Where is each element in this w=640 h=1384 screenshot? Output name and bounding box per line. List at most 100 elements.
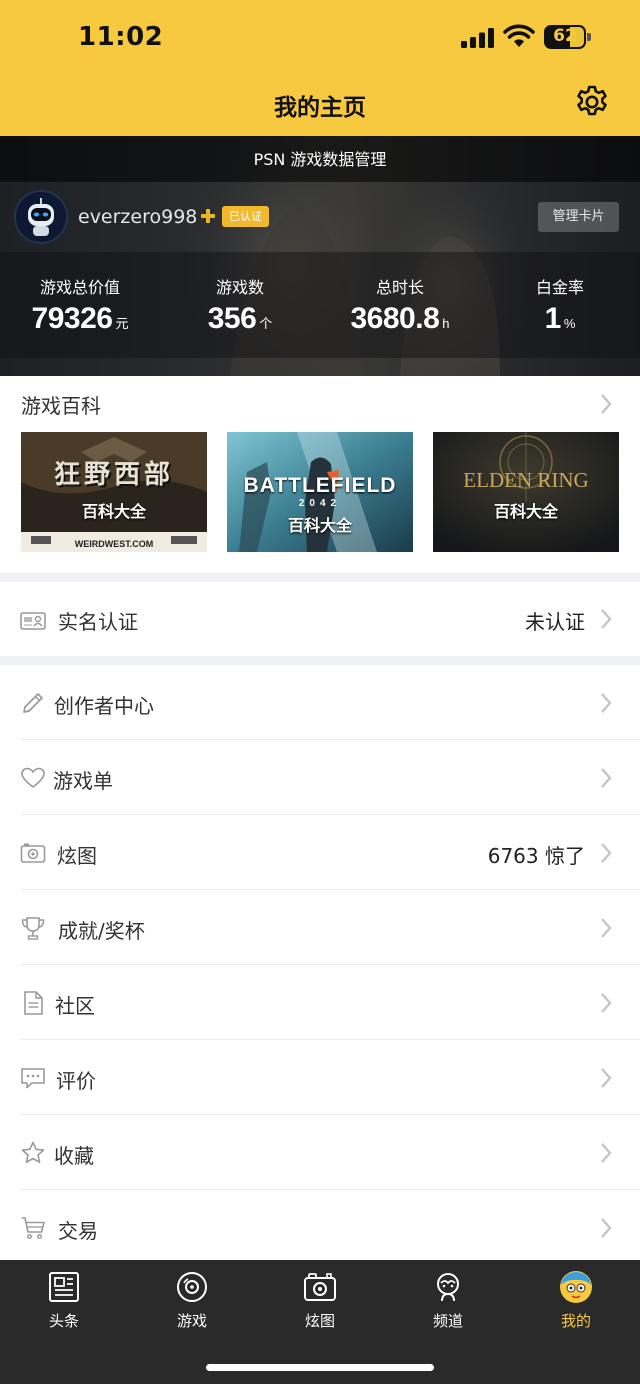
chevron-right-icon (601, 1218, 612, 1238)
stat-value: 3680.8 (350, 302, 440, 335)
document-icon (24, 991, 43, 1015)
tab-label: 炫图 (304, 1312, 335, 1330)
realname-status: 未认证 (525, 610, 585, 634)
tab-label: 头条 (48, 1312, 79, 1330)
menu-item-game-list[interactable]: 游戏单 (0, 741, 640, 815)
channel-icon (437, 1273, 459, 1302)
menu-item-creator-center[interactable]: 创作者中心 (0, 666, 640, 740)
avatar[interactable] (14, 190, 68, 244)
tab-label: 频道 (432, 1312, 463, 1330)
menu-item-label: 成就/奖杯 (58, 919, 145, 943)
wifi-icon (503, 24, 535, 47)
menu-item-label: 游戏单 (53, 769, 113, 793)
section-divider (0, 573, 640, 582)
tab-games[interactable]: 游戏 (128, 1270, 256, 1331)
wiki-game-subtitle: 2042 (298, 498, 342, 509)
chevron-right-icon (601, 1068, 612, 1088)
stat-unit: 个 (259, 316, 273, 331)
status-time: 11:02 (78, 22, 164, 52)
stat-label: 游戏数 (215, 278, 264, 297)
stat-unit: % (563, 316, 576, 331)
section-divider (0, 656, 640, 665)
menu-item-reviews[interactable]: 评价 (0, 1041, 640, 1115)
tab-showcase[interactable]: 炫图 (256, 1270, 384, 1331)
tab-headlines[interactable]: 头条 (0, 1270, 128, 1331)
menu-item-label: 社区 (55, 994, 95, 1018)
id-card-icon (20, 612, 46, 630)
wiki-card-weird-west[interactable]: 狂野西部 百科大全 WEIRDWEST.COM (21, 432, 207, 552)
manage-card-button[interactable]: 管理卡片 (538, 202, 619, 232)
weird-west-cover (21, 432, 207, 552)
chevron-right-icon (601, 768, 612, 788)
stat-label: 白金率 (535, 278, 584, 297)
stat-label: 总时长 (375, 278, 424, 297)
chevron-right-icon (601, 993, 612, 1013)
tab-profile[interactable]: 我的 (512, 1270, 640, 1331)
chevron-right-icon (601, 1143, 612, 1163)
cart-icon (21, 1217, 45, 1240)
tab-label: 我的 (560, 1312, 591, 1330)
wiki-game-title: 狂野西部 (53, 459, 174, 489)
camera-icon (304, 1273, 336, 1301)
menu-item-label: 交易 (58, 1219, 98, 1243)
menu-item-favorites[interactable]: 收藏 (0, 1116, 640, 1190)
menu-item-label: 创作者中心 (54, 694, 154, 718)
stat-unit: 元 (115, 316, 129, 331)
chevron-right-icon (601, 918, 612, 938)
verified-badge: 已认证 (222, 206, 269, 227)
menu-item-label: 炫图 (57, 844, 97, 868)
signal-icon (461, 28, 494, 48)
wiki-card-elden-ring[interactable]: ELDEN RING 百科大全 (433, 432, 619, 552)
wiki-card-brand: WEIRDWEST.COM (74, 539, 154, 549)
home-indicator[interactable] (206, 1364, 434, 1371)
wiki-section-title[interactable]: 游戏百科 (21, 390, 101, 419)
stat-game-count: 游戏数 356 个 (160, 274, 320, 336)
heart-icon (21, 767, 45, 789)
menu-item-showcase[interactable]: 炫图 6763 惊了 (0, 816, 640, 890)
psn-card[interactable]: PSN 游戏数据管理 everzero998 已认证 管理卡片 游戏总价值 79… (0, 136, 640, 376)
chevron-right-icon (601, 609, 612, 629)
ps-plus-icon (201, 209, 215, 223)
page-title: 我的主页 (274, 95, 366, 121)
trophy-icon (21, 917, 45, 940)
star-icon (21, 1141, 45, 1164)
profile-avatar-icon (560, 1271, 592, 1303)
realname-label: 实名认证 (58, 610, 138, 634)
stat-total-time: 总时长 3680.8 h (320, 274, 480, 336)
battery-indicator: 62 (544, 25, 592, 49)
menu-item-trophies[interactable]: 成就/奖杯 (0, 891, 640, 965)
stat-unit: h (442, 316, 450, 331)
stat-total-value: 游戏总价值 79326 元 (0, 274, 160, 336)
camera-icon (20, 843, 46, 863)
gear-icon[interactable] (575, 85, 609, 119)
menu-item-value: 6763 惊了 (487, 844, 585, 868)
wiki-card-subtitle: 百科大全 (81, 502, 146, 521)
tab-label: 游戏 (176, 1312, 207, 1330)
stat-value: 356 (207, 302, 257, 335)
stat-platinum-rate: 白金率 1% (480, 274, 640, 336)
menu-item-label: 评价 (56, 1069, 96, 1093)
battery-level: 62 (553, 26, 577, 46)
wiki-card-subtitle: 百科大全 (287, 516, 352, 535)
wiki-card-battlefield[interactable]: BATTLEFIELD 2042 百科大全 (227, 432, 413, 552)
stat-label: 游戏总价值 (39, 278, 120, 297)
wiki-game-title: ELDEN RING (463, 468, 589, 492)
stat-value: 1 (544, 302, 562, 335)
username: everzero998 (78, 206, 198, 228)
chevron-right-icon (601, 843, 612, 863)
menu-item-trade[interactable]: 交易 (0, 1191, 640, 1265)
realname-row[interactable]: 实名认证 未认证 (0, 582, 640, 656)
top-header: 11:02 62 我的主页 (0, 0, 640, 136)
menu-item-community[interactable]: 社区 (0, 966, 640, 1040)
stat-value: 79326 (31, 302, 113, 335)
wiki-card-subtitle: 百科大全 (493, 502, 558, 521)
tab-channels[interactable]: 频道 (384, 1270, 512, 1331)
newspaper-icon (49, 1272, 79, 1302)
chevron-right-icon[interactable] (598, 392, 614, 416)
comment-icon (21, 1068, 45, 1089)
disc-icon (177, 1272, 207, 1302)
psn-banner: PSN 游戏数据管理 (0, 136, 640, 182)
menu-item-label: 收藏 (54, 1144, 94, 1168)
wiki-game-title: BATTLEFIELD (243, 474, 397, 497)
pencil-icon (23, 693, 43, 713)
